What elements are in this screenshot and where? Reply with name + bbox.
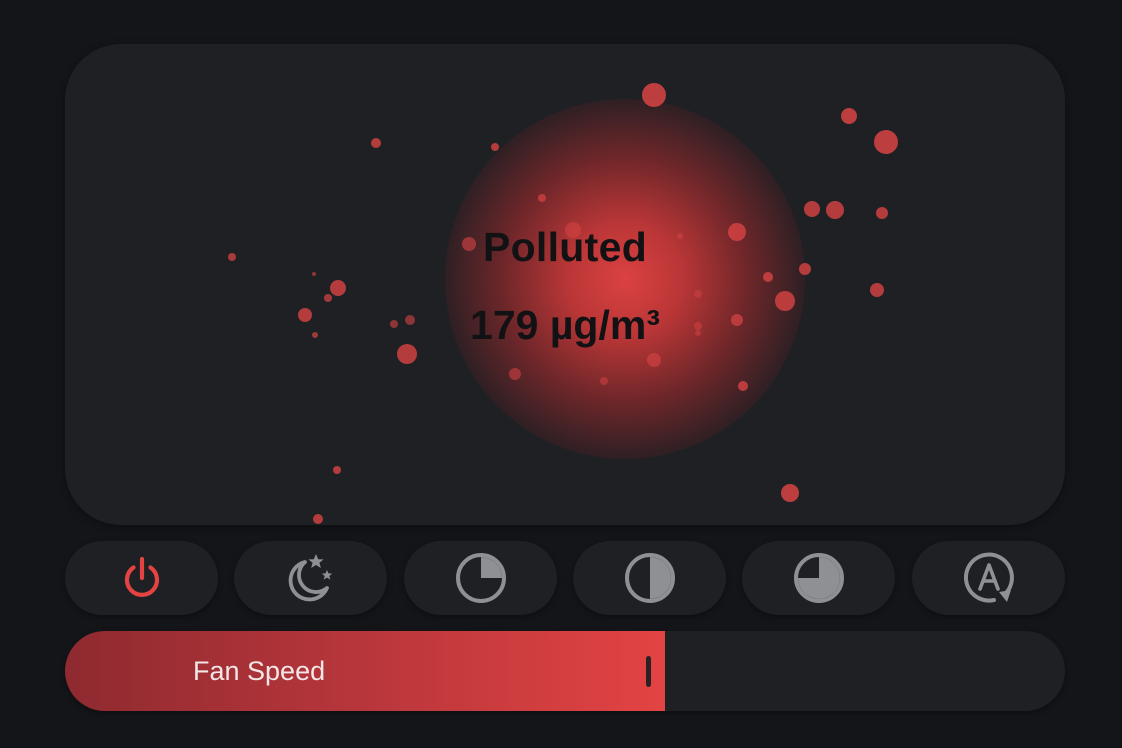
auto-mode-icon [963,552,1014,603]
moon-stars-icon [288,554,332,602]
half-circle-icon [624,553,675,603]
fan-speed-slider[interactable]: Fan Speed [65,631,1065,711]
air-purifier-panel: Polluted 179 µg/m³ Fan Speed [0,0,1122,748]
three-quarter-circle-icon [793,553,844,603]
speed-low-button[interactable] [404,541,557,615]
night-mode-button[interactable] [234,541,387,615]
quarter-circle-icon [455,553,506,603]
auto-mode-button[interactable] [912,541,1065,615]
fan-speed-label: Fan Speed [193,656,326,686]
fan-speed-fill [65,631,665,711]
speed-medium-button[interactable] [573,541,726,615]
pm-concentration-value: 179 µg/m³ [470,302,660,348]
fan-speed-handle[interactable] [646,656,651,687]
pollution-particles [228,83,898,524]
air-quality-status: Polluted [482,224,648,270]
power-button[interactable] [65,541,218,615]
air-quality-card: Polluted 179 µg/m³ [65,44,1065,525]
speed-high-button[interactable] [742,541,895,615]
power-icon [124,556,159,597]
